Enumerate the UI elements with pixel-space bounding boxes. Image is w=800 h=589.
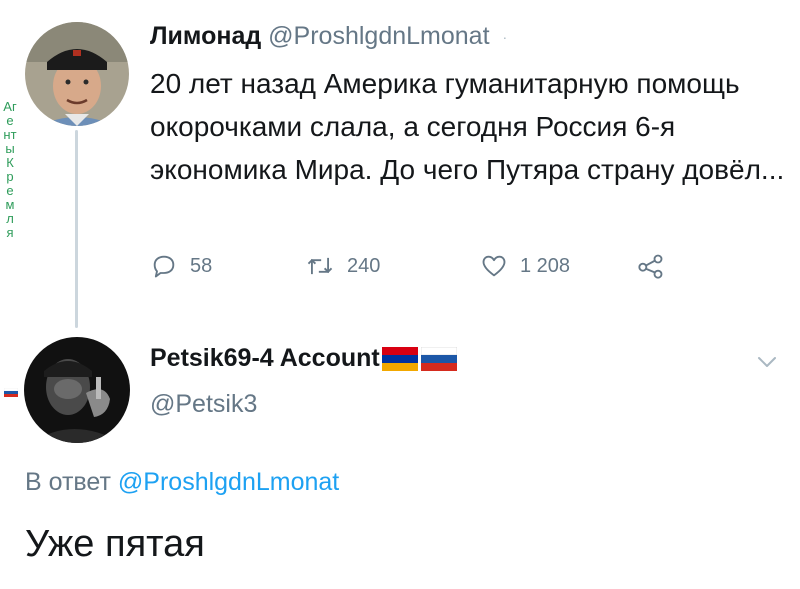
reply-button[interactable]: 58: [150, 252, 212, 280]
author-name[interactable]: Лимонад: [150, 22, 261, 50]
chevron-down-icon[interactable]: [756, 355, 778, 369]
share-button[interactable]: [637, 252, 665, 280]
speech-bubble-icon: [153, 255, 175, 278]
reply-prefix: В ответ: [25, 468, 111, 496]
author-handle[interactable]: @Petsik3: [150, 390, 257, 419]
reply-to-link[interactable]: @ProshlgdnLmonat: [118, 468, 339, 496]
reply-count: 58: [190, 254, 213, 277]
avatar[interactable]: [24, 337, 130, 443]
tweet-text: Уже пятая: [25, 523, 205, 565]
retweet-count: 240: [347, 254, 381, 277]
avatar[interactable]: [25, 22, 129, 126]
reply-context: В ответ @ProshlgdnLmonat: [25, 468, 339, 497]
heart-icon: [482, 255, 506, 277]
header-separator: ·: [502, 29, 508, 46]
russia-flag-icon: [4, 388, 18, 397]
tweet-text: 20 лет назад Америка гуманитарную помощь…: [150, 68, 785, 185]
tweet-header: Лимонад @ProshlgdnLmonat ·: [150, 22, 507, 51]
avatar-image: [25, 22, 129, 126]
author-name-row: Petsik69-4 Account: [150, 344, 457, 373]
russia-flag-icon: [420, 346, 457, 371]
like-count: 1 208: [520, 254, 571, 277]
retweet-button[interactable]: 240: [305, 252, 380, 280]
author-handle[interactable]: @ProshlgdnLmonat: [268, 22, 489, 50]
author-name[interactable]: Petsik69-4 Account: [150, 344, 380, 373]
armenia-flag-icon: [381, 346, 418, 371]
thread-connector-line: [75, 130, 78, 328]
avatar-image: [24, 337, 130, 443]
retweet-icon: [307, 257, 333, 275]
flags: [381, 346, 457, 371]
sidebar-caption: Агенты Кремля: [3, 99, 17, 240]
share-icon: [638, 254, 663, 279]
like-button[interactable]: 1 208: [480, 252, 570, 280]
